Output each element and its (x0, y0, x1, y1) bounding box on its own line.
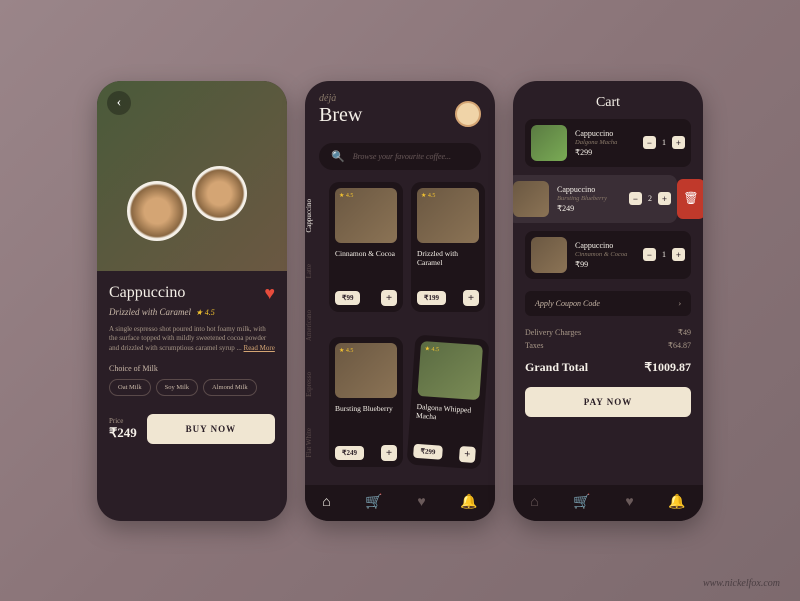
qty-value: 2 (646, 194, 654, 203)
card-price: ₹99 (335, 291, 360, 305)
cart-item-price: ₹99 (575, 260, 635, 269)
tax-value: ₹64.87 (668, 341, 691, 350)
brand-large: Brew (319, 104, 362, 127)
card-title: Bursting Blueberry (335, 404, 397, 413)
rating-badge: ★ 4.5 (424, 345, 439, 353)
buy-now-button[interactable]: BUY NOW (147, 414, 275, 444)
pay-now-button[interactable]: PAY NOW (525, 387, 691, 417)
cart-item-variant: Bursting Blueberry (557, 195, 621, 202)
tax-label: Taxes (525, 341, 544, 350)
cart-icon[interactable]: 🛒 (365, 494, 382, 511)
cart-item[interactable]: Cappuccino Dalgona Macha ₹299 −1 + (525, 119, 691, 167)
bottom-nav: ⌂ 🛒 ♥ 🔔 (513, 485, 703, 521)
qty-minus[interactable]: − (643, 136, 656, 149)
cart-item[interactable]: Cappuccino Bursting Blueberry ₹249 −2 + (513, 175, 677, 223)
cart-item-price: ₹299 (575, 148, 635, 157)
cart-item-image (531, 237, 567, 273)
total-label: Grand Total (525, 360, 588, 375)
favorite-button[interactable]: ♥ (264, 283, 275, 304)
product-hero-image: ‹ (97, 81, 287, 271)
coupon-input[interactable]: Apply Coupon Code› (525, 291, 691, 316)
milk-option[interactable]: Soy Milk (156, 379, 198, 396)
milk-option[interactable]: Almond Milk (203, 379, 257, 396)
heart-icon[interactable]: ♥ (625, 495, 633, 511)
qty-value: 1 (660, 138, 668, 147)
delivery-label: Delivery Charges (525, 328, 581, 337)
category-tab[interactable]: Espresso (305, 372, 325, 397)
qty-plus[interactable]: + (672, 248, 685, 261)
home-icon[interactable]: ⌂ (530, 495, 538, 511)
card-title: Dalgona Whipped Macha (416, 401, 479, 423)
cart-item[interactable]: Cappuccino Cinnamon & Cocoa ₹99 −1 + (525, 231, 691, 279)
chevron-right-icon: › (678, 299, 681, 308)
card-price: ₹249 (335, 446, 364, 460)
card-price: ₹199 (417, 291, 446, 305)
add-button[interactable]: + (381, 290, 397, 306)
qty-value: 1 (660, 250, 668, 259)
cart-item-name: Cappuccino (557, 185, 621, 194)
category-tab[interactable]: Latte (305, 264, 325, 278)
milk-option[interactable]: Oat Milk (109, 379, 151, 396)
product-card[interactable]: ★ 4.5 Dalgona Whipped Macha ₹299 + (407, 334, 490, 469)
product-subtitle: Drizzled with Caramel (109, 307, 191, 317)
total-value: ₹1009.87 (644, 360, 691, 375)
search-placeholder: Browse your favourite coffee... (353, 152, 451, 161)
product-description: A single espresso shot poured into hot f… (109, 325, 275, 354)
card-title: Drizzled with Caramel (417, 249, 479, 267)
cart-title: Cart (513, 81, 703, 119)
product-detail-screen: ‹ Cappuccino ♥ Drizzled with Caramel ★ 4… (97, 81, 287, 521)
product-title: Cappuccino (109, 284, 185, 302)
add-button[interactable]: + (463, 290, 479, 306)
credit-text: www.nickelfox.com (703, 578, 780, 589)
bell-icon[interactable]: 🔔 (460, 494, 477, 511)
star-icon: ★ 4.5 (196, 308, 215, 317)
delete-button[interactable]: 🗑 (677, 179, 703, 219)
cart-item-name: Cappuccino (575, 241, 635, 250)
back-button[interactable]: ‹ (107, 91, 131, 115)
read-more-link[interactable]: Read More (244, 344, 275, 352)
home-screen: déjà Brew 🔍 Browse your favourite coffee… (305, 81, 495, 521)
product-card[interactable]: ★ 4.5 Drizzled with Caramel ₹199 + (411, 182, 485, 312)
cart-item-variant: Cinnamon & Cocoa (575, 251, 635, 258)
bottom-nav: ⌂ 🛒 ♥ 🔔 (305, 485, 495, 521)
cart-screen: Cart Cappuccino Dalgona Macha ₹299 −1+ C… (513, 81, 703, 521)
category-tab[interactable]: Flat White (305, 428, 325, 458)
cart-item-image (531, 125, 567, 161)
cart-item-image (513, 181, 549, 217)
cart-item-variant: Dalgona Macha (575, 139, 635, 146)
brand-small: déjà (319, 93, 362, 104)
rating-badge: ★ 4.5 (339, 192, 353, 199)
category-tab[interactable]: Americano (305, 310, 325, 341)
search-input[interactable]: 🔍 Browse your favourite coffee... (319, 143, 481, 170)
delivery-value: ₹49 (678, 328, 691, 337)
product-price: ₹249 (109, 425, 137, 441)
qty-minus[interactable]: − (643, 248, 656, 261)
qty-plus[interactable]: + (672, 136, 685, 149)
profile-avatar[interactable] (455, 101, 481, 127)
qty-plus[interactable]: + (658, 192, 671, 205)
product-card[interactable]: ★ 4.5 Cinnamon & Cocoa ₹99 + (329, 182, 403, 312)
cart-icon[interactable]: 🛒 (573, 494, 590, 511)
product-card[interactable]: ★ 4.5 Bursting Blueberry ₹249 + (329, 337, 403, 467)
qty-minus[interactable]: − (629, 192, 642, 205)
rating-badge: ★ 4.5 (339, 347, 353, 354)
home-icon[interactable]: ⌂ (322, 495, 330, 511)
heart-icon[interactable]: ♥ (417, 495, 425, 511)
price-label: Price (109, 417, 137, 425)
add-button[interactable]: + (381, 445, 397, 461)
card-title: Cinnamon & Cocoa (335, 249, 397, 258)
cart-item-price: ₹249 (557, 204, 621, 213)
bell-icon[interactable]: 🔔 (668, 494, 685, 511)
card-price: ₹299 (413, 443, 443, 459)
cart-item-name: Cappuccino (575, 129, 635, 138)
milk-label: Choice of Milk (109, 364, 275, 373)
search-icon: 🔍 (331, 150, 345, 163)
rating-badge: ★ 4.5 (421, 192, 435, 199)
add-button[interactable]: + (459, 445, 476, 462)
category-tab[interactable]: Cappuccino (305, 199, 325, 232)
